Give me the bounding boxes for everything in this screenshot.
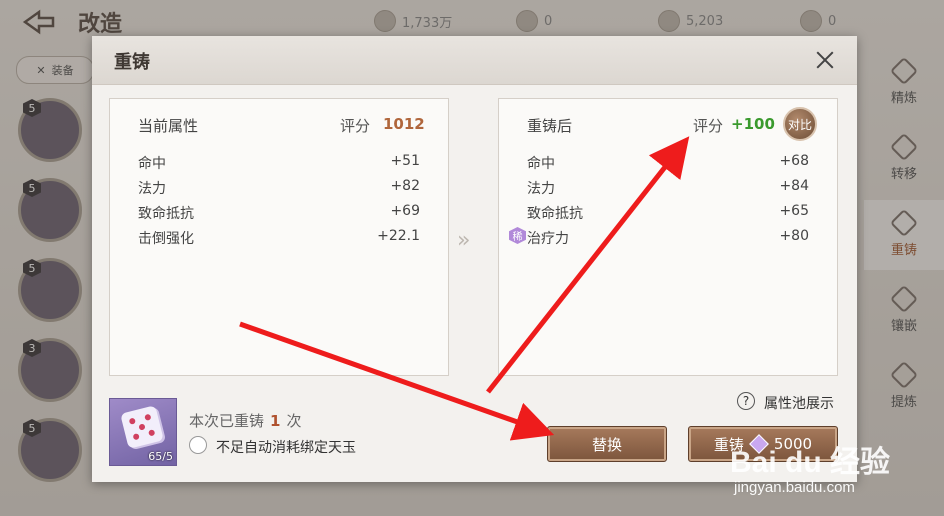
baidu-watermark: Bai du 经验 jingyan.baidu.com <box>730 437 930 507</box>
close-icon[interactable] <box>813 48 837 72</box>
attribute-name: 法力 <box>527 181 555 197</box>
after-attribute-list: 命中 +68 法力 +84 致命抵抗 +65 稀 治疗力 +80 <box>499 151 837 251</box>
help-icon[interactable]: ? <box>737 392 755 410</box>
attribute-name: 法力 <box>138 181 166 197</box>
recast-material-item[interactable]: 65/5 <box>109 398 177 466</box>
current-attribute-list: 命中 +51 法力 +82 致命抵抗 +69 击倒强化 +22.1 <box>110 151 448 251</box>
attribute-value: +68 <box>779 153 809 169</box>
attribute-row: 法力 +82 <box>110 176 448 201</box>
current-score-value: 1012 <box>383 115 425 133</box>
attribute-value: +51 <box>390 153 420 169</box>
recast-count-prefix: 本次已重铸 <box>189 412 265 430</box>
attribute-value: +84 <box>779 178 809 194</box>
attribute-row: 法力 +84 <box>499 176 837 201</box>
attribute-value: +82 <box>390 178 420 194</box>
compare-button[interactable]: 对比 <box>783 107 817 141</box>
after-recast-title: 重铸后 <box>527 117 573 135</box>
attribute-name: 致命抵抗 <box>527 206 583 222</box>
attribute-pool-link[interactable]: 属性池展示 <box>764 393 834 413</box>
attribute-value: +69 <box>390 203 420 219</box>
attribute-row: 命中 +68 <box>499 151 837 176</box>
recast-count-suffix: 次 <box>286 412 302 430</box>
material-count: 65/5 <box>148 450 173 463</box>
double-chevron-right-icon: » <box>457 228 470 253</box>
recast-dialog: 重铸 当前属性 评分 1012 命中 +51 法力 +82 致命抵抗 +69 击倒强化… <box>92 36 857 482</box>
recast-count-number: 1 <box>270 412 281 430</box>
score-label: 评分 <box>693 117 724 135</box>
attribute-row: 致命抵抗 +65 <box>499 201 837 226</box>
attribute-row: 稀 治疗力 +80 <box>499 226 837 251</box>
auto-consume-checkbox[interactable] <box>189 436 207 454</box>
replace-button[interactable]: 替换 <box>547 426 667 462</box>
score-delta-value: +100 <box>731 115 775 133</box>
attribute-name: 击倒强化 <box>138 231 194 247</box>
attribute-value: +65 <box>779 203 809 219</box>
attribute-name: 治疗力 <box>527 231 569 247</box>
current-attributes-header: 当前属性 评分 1012 <box>110 115 448 139</box>
attribute-row: 致命抵抗 +69 <box>110 201 448 226</box>
score-label: 评分 <box>340 117 371 135</box>
attribute-value: +80 <box>779 228 809 244</box>
current-attributes-title: 当前属性 <box>138 117 199 135</box>
after-recast-panel: 重铸后 评分 +100 对比 命中 +68 法力 +84 致命抵抗 +65 稀 治疗力… <box>498 98 838 376</box>
attribute-name: 致命抵抗 <box>138 206 194 222</box>
attribute-name: 命中 <box>527 156 555 172</box>
dialog-header: 重铸 <box>92 36 857 85</box>
attribute-name: 命中 <box>138 156 166 172</box>
attribute-row: 命中 +51 <box>110 151 448 176</box>
auto-consume-label: 不足自动消耗绑定天玉 <box>216 440 356 456</box>
current-attributes-panel: 当前属性 评分 1012 命中 +51 法力 +82 致命抵抗 +69 击倒强化 +22… <box>109 98 449 376</box>
watermark-url: jingyan.baidu.com <box>734 479 855 496</box>
watermark-logo: Bai du 经验 <box>730 446 891 479</box>
recast-count-text: 本次已重铸 1 次 <box>189 410 301 431</box>
dice-icon <box>120 405 164 449</box>
attribute-row: 击倒强化 +22.1 <box>110 226 448 251</box>
rare-badge-icon: 稀 <box>509 227 526 244</box>
attribute-value: +22.1 <box>377 228 420 244</box>
dialog-title: 重铸 <box>114 52 150 73</box>
replace-button-label: 替换 <box>591 435 622 454</box>
